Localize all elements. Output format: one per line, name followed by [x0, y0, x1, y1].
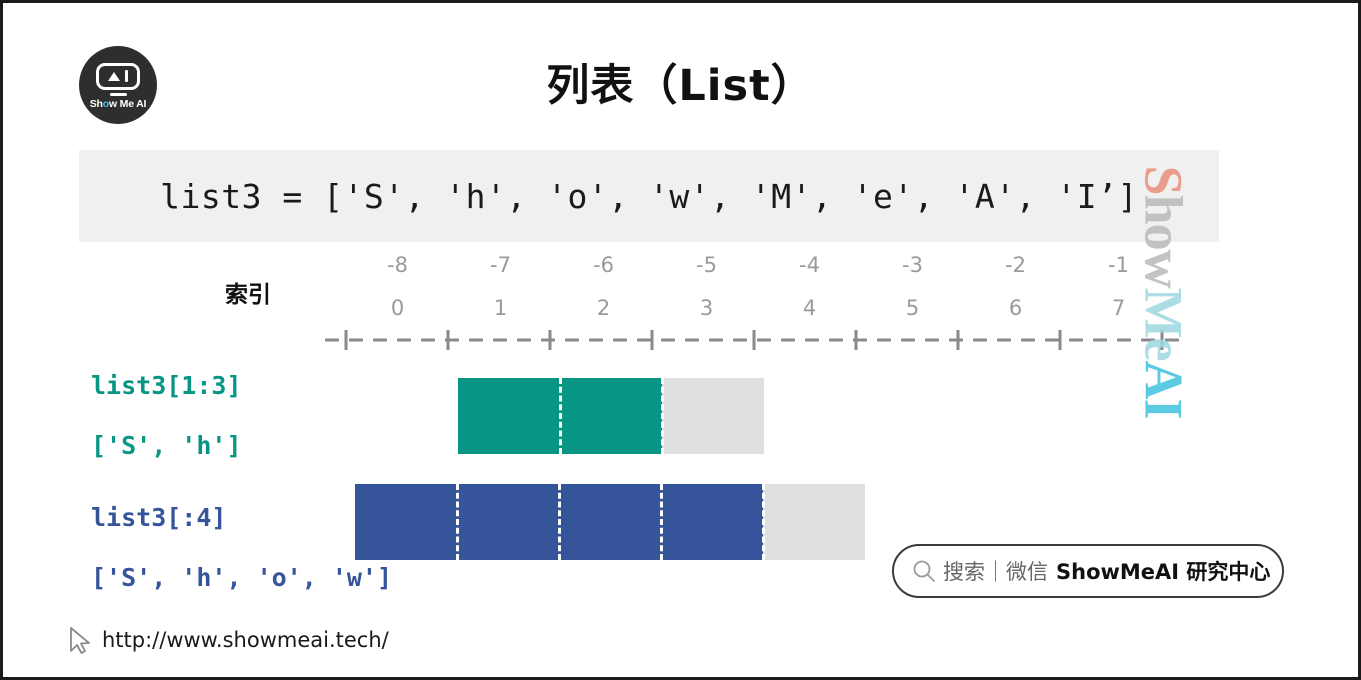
positive-index-cell: 4	[802, 296, 817, 320]
slice-bar-1	[458, 378, 764, 454]
bar-segment-filled	[355, 484, 457, 560]
negative-index-cell: -5	[696, 253, 717, 277]
code-band: list3 = ['S', 'h', 'o', 'w', 'M', 'e', '…	[79, 150, 1219, 242]
positive-index-row: 0 1 2 3 4 5 6 7	[346, 295, 1170, 321]
code-line: list3 = ['S', 'h', 'o', 'w', 'M', 'e', '…	[160, 176, 1138, 216]
index-ruler	[325, 330, 1189, 350]
footer: http://www.showmeai.tech/	[65, 625, 389, 655]
negative-index-row: -8 -7 -6 -5 -4 -3 -2 -1	[346, 252, 1170, 278]
page-title: 列表（List）	[546, 61, 815, 111]
slide-canvas: Show Me AI 列表（List） list3 = ['S', 'h', '…	[0, 0, 1361, 680]
negative-index-cell: -1	[1108, 253, 1129, 277]
index-label: 索引	[225, 282, 271, 308]
positive-index-cell: 3	[699, 296, 714, 320]
bar-segment-empty	[761, 484, 865, 560]
bar-segment-filled	[659, 484, 763, 560]
negative-index-cell: -2	[1005, 253, 1026, 277]
search-pill-label: 搜索｜微信	[943, 560, 1048, 584]
bar-segment-empty	[660, 378, 764, 454]
slice-expression-1: list3[1:3]	[91, 371, 242, 400]
bar-segment-filled	[557, 484, 661, 560]
cursor-icon	[70, 627, 90, 654]
positive-index-cell: 6	[1008, 296, 1023, 320]
footer-url[interactable]: http://www.showmeai.tech/	[102, 628, 389, 652]
negative-index-cell: -8	[387, 253, 408, 277]
negative-index-cell: -6	[593, 253, 614, 277]
bar-segment-filled	[455, 484, 559, 560]
slice-bar-2	[355, 484, 865, 560]
slice-result-2: ['S', 'h', 'o', 'w']	[91, 563, 393, 592]
slice-result-1: ['S', 'h']	[91, 431, 242, 460]
wechat-search-pill[interactable]: 搜索｜微信 ShowMeAI 研究中心	[892, 544, 1284, 598]
bar-segment-filled	[558, 378, 662, 454]
bar-segment-filled	[458, 378, 560, 454]
positive-index-cell: 2	[596, 296, 611, 320]
positive-index-cell: 7	[1111, 296, 1126, 320]
positive-index-cell: 0	[390, 296, 405, 320]
negative-index-cell: -4	[799, 253, 820, 277]
slice-expression-2: list3[:4]	[91, 503, 227, 532]
search-pill-account: ShowMeAI 研究中心	[1056, 560, 1271, 584]
negative-index-cell: -3	[902, 253, 923, 277]
positive-index-cell: 1	[493, 296, 508, 320]
positive-index-cell: 5	[905, 296, 920, 320]
negative-index-cell: -7	[490, 253, 511, 277]
search-icon	[913, 560, 935, 582]
watermark-part-4: AI	[1133, 360, 1194, 419]
